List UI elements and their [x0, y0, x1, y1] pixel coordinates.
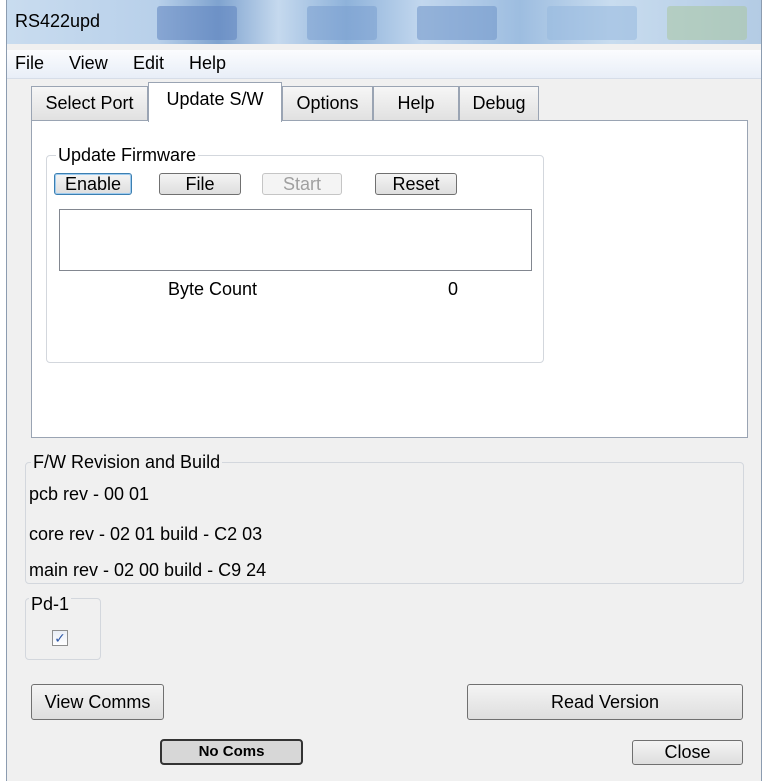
update-sw-panel: Update Firmware Enable File Start Reset … [31, 120, 748, 438]
connection-status-indicator: No Coms [160, 739, 303, 765]
titlebar-glass-decoration [667, 6, 747, 40]
enable-button[interactable]: Enable [54, 173, 132, 195]
pd1-legend: Pd-1 [29, 594, 72, 615]
pd1-checkbox[interactable]: ✓ [52, 630, 68, 646]
menu-bar: File View Edit Help [7, 50, 761, 79]
start-button[interactable]: Start [262, 173, 342, 195]
tab-help[interactable]: Help [373, 86, 459, 120]
read-version-button[interactable]: Read Version [467, 684, 743, 720]
tab-select-port[interactable]: Select Port [31, 86, 148, 120]
tab-debug[interactable]: Debug [459, 86, 539, 120]
reset-button[interactable]: Reset [375, 173, 457, 195]
fw-revision-legend: F/W Revision and Build [31, 452, 223, 473]
menu-help[interactable]: Help [189, 53, 226, 74]
main-revision-text: main rev - 02 00 build - C9 24 [29, 560, 267, 580]
byte-count-label: Byte Count [168, 279, 258, 299]
titlebar-glass-decoration [157, 6, 237, 40]
menu-edit[interactable]: Edit [133, 53, 164, 74]
title-bar[interactable]: RS422upd [7, 0, 761, 44]
titlebar-glass-decoration [417, 6, 497, 40]
window-title: RS422upd [15, 11, 101, 31]
application-window: RS422upd File View Edit Help Select Port… [6, 0, 762, 781]
firmware-output-box[interactable] [59, 209, 532, 271]
menu-view[interactable]: View [69, 53, 108, 74]
titlebar-glass-decoration [547, 6, 637, 40]
tab-options[interactable]: Options [282, 86, 373, 120]
view-comms-button[interactable]: View Comms [31, 684, 164, 720]
core-revision-text: core rev - 02 01 build - C2 03 [29, 524, 263, 544]
byte-count-value: 0 [448, 279, 459, 299]
tab-update-sw[interactable]: Update S/W [148, 82, 282, 122]
titlebar-glass-decoration [307, 6, 377, 40]
menu-file[interactable]: File [15, 53, 44, 74]
pcb-revision-text: pcb rev - 00 01 [29, 484, 150, 504]
close-button[interactable]: Close [632, 740, 743, 765]
update-firmware-legend: Update Firmware [56, 145, 199, 166]
file-button[interactable]: File [159, 173, 241, 195]
